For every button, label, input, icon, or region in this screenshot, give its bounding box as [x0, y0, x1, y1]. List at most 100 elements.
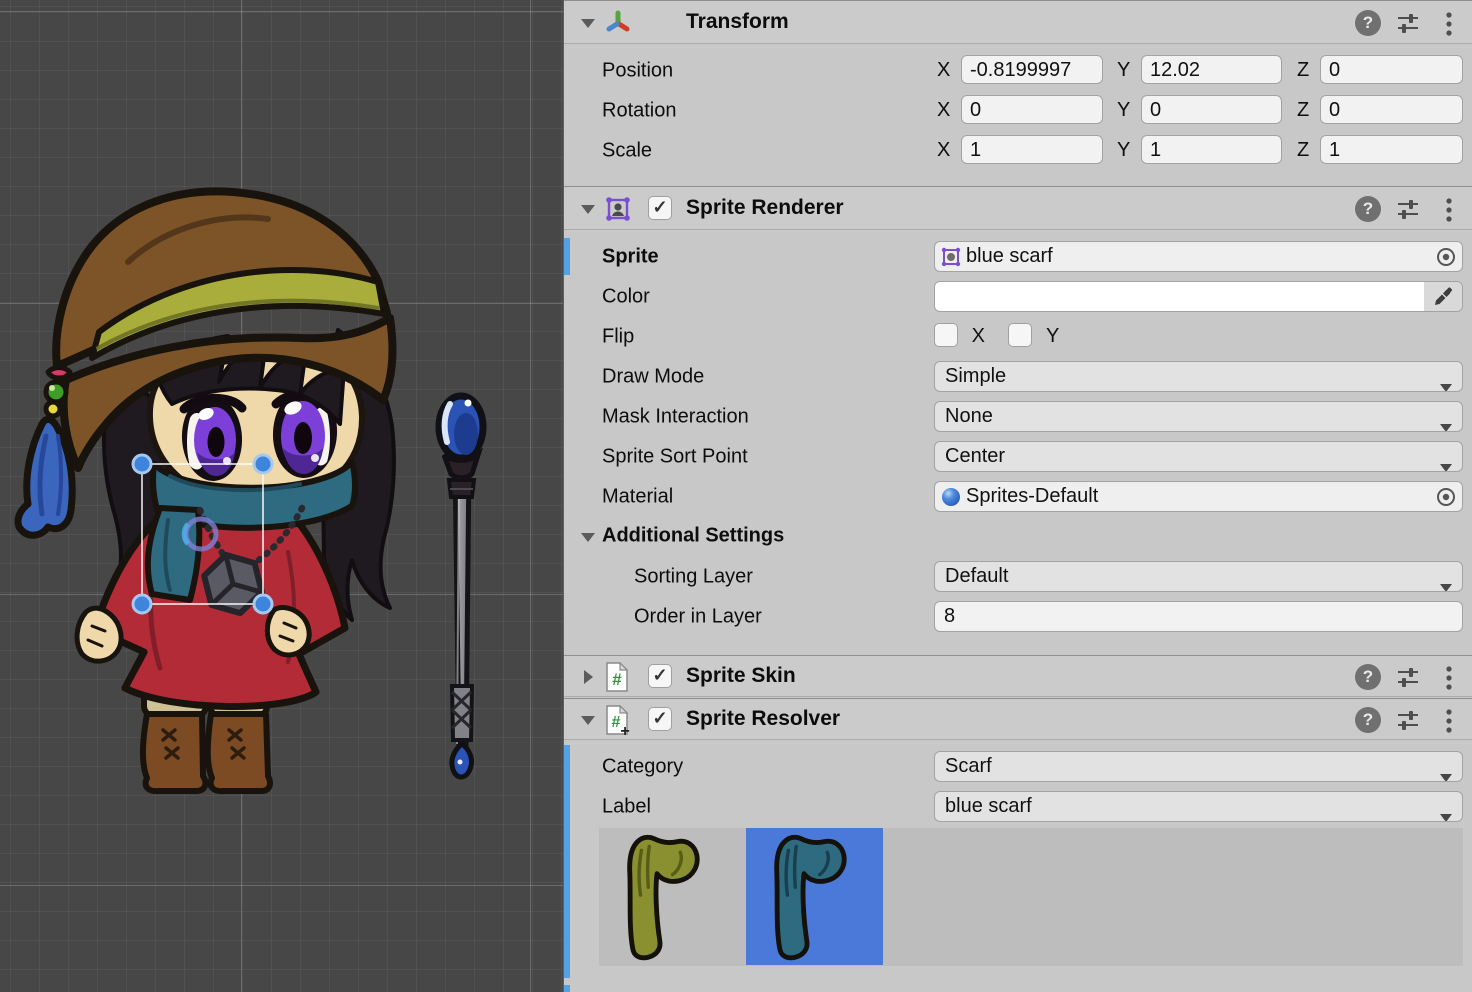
color-swatch[interactable] [935, 282, 1424, 311]
scale-label: Scale [602, 139, 652, 162]
selection-handle[interactable] [133, 595, 151, 613]
thumbnail-green-scarf[interactable] [599, 828, 736, 965]
category-label: Category [602, 755, 683, 778]
sprite-asset-icon [939, 245, 963, 269]
z-axis-label: Z [1297, 59, 1309, 82]
help-icon[interactable]: ? [1355, 664, 1381, 690]
help-icon[interactable]: ? [1355, 707, 1381, 733]
sprite-resolver-header[interactable]: # + ✓ Sprite Resolver ? [564, 698, 1472, 740]
sort-point-value: Center [945, 445, 1005, 467]
selection-handle[interactable] [254, 595, 272, 613]
component-enabled-checkbox[interactable]: ✓ [648, 707, 672, 731]
additional-settings-label: Additional Settings [602, 525, 784, 548]
kebab-menu-icon[interactable] [1445, 665, 1453, 697]
position-label: Position [602, 59, 673, 82]
chevron-down-icon [1439, 373, 1453, 392]
transform-header[interactable]: Transform ? [564, 0, 1472, 44]
chevron-down-icon [1439, 453, 1453, 472]
thumbnail-blue-scarf-selected[interactable] [746, 828, 883, 965]
material-object-field[interactable]: Sprites-Default [934, 481, 1463, 512]
rotation-x-field[interactable]: 0 [961, 95, 1103, 124]
character-sprite[interactable] [18, 191, 394, 791]
sprite-renderer-icon [604, 195, 632, 229]
staff-sprite[interactable] [439, 396, 483, 777]
scale-y-field[interactable]: 1 [1141, 135, 1282, 164]
chevron-down-icon [1439, 763, 1453, 782]
scale-x-field[interactable]: 1 [961, 135, 1103, 164]
script-plus-icon: # + [604, 705, 632, 743]
z-axis-label: Z [1297, 99, 1309, 122]
component-enabled-checkbox[interactable]: ✓ [648, 664, 672, 688]
chevron-down-icon [1439, 413, 1453, 432]
sprite-renderer-header[interactable]: ✓ Sprite Renderer ? [564, 186, 1472, 230]
presets-icon[interactable] [1395, 708, 1421, 738]
scene-canvas[interactable] [0, 0, 563, 992]
order-in-layer-field[interactable]: 8 [934, 601, 1463, 632]
label-value: blue scarf [945, 795, 1032, 817]
y-axis-label: Y [1117, 59, 1130, 82]
position-row: Position X -0.8199997 Y 12.02 Z 0 [564, 54, 1472, 87]
draw-mode-dropdown[interactable]: Simple [934, 361, 1463, 392]
foldout-expanded-icon[interactable] [579, 528, 597, 552]
color-field[interactable] [934, 281, 1463, 312]
sprite-object-field[interactable]: blue scarf [934, 241, 1463, 272]
draw-mode-label: Draw Mode [602, 365, 704, 388]
component-enabled-checkbox[interactable]: ✓ [648, 196, 672, 220]
color-row: Color [564, 280, 1472, 313]
foldout-expanded-icon[interactable] [579, 200, 597, 224]
position-x-field[interactable]: -0.8199997 [961, 55, 1103, 84]
kebab-menu-icon[interactable] [1445, 11, 1453, 43]
foldout-collapsed-icon[interactable] [579, 668, 597, 692]
draw-mode-value: Simple [945, 365, 1006, 387]
flip-y-checkbox[interactable] [1008, 323, 1032, 347]
sorting-layer-row: Sorting Layer Default [564, 560, 1472, 593]
mask-interaction-dropdown[interactable]: None [934, 401, 1463, 432]
presets-icon[interactable] [1395, 665, 1421, 695]
y-axis-label: Y [1117, 99, 1130, 122]
unity-editor: Transform ? Position X -0.8199997 Y 12.0… [0, 0, 1472, 992]
sprite-label: Sprite [602, 245, 659, 268]
scale-z-field[interactable]: 1 [1320, 135, 1463, 164]
color-label: Color [602, 285, 650, 308]
order-in-layer-label: Order in Layer [634, 605, 762, 628]
position-z-field[interactable]: 0 [1320, 55, 1463, 84]
x-axis-label: X [937, 99, 950, 122]
foldout-expanded-icon[interactable] [579, 14, 597, 38]
object-picker-icon[interactable] [1435, 246, 1457, 277]
material-row: Material Sprites-Default [564, 480, 1472, 513]
rotation-y-field[interactable]: 0 [1141, 95, 1282, 124]
svg-text:#: # [612, 714, 621, 731]
label-label: Label [602, 795, 651, 818]
help-icon[interactable]: ? [1355, 196, 1381, 222]
sorting-layer-dropdown[interactable]: Default [934, 561, 1463, 592]
inspector-panel: Transform ? Position X -0.8199997 Y 12.0… [563, 0, 1472, 992]
presets-icon[interactable] [1395, 197, 1421, 227]
scene-view[interactable] [0, 0, 563, 992]
eyedropper-button[interactable] [1424, 282, 1462, 311]
flip-x-checkbox[interactable] [934, 323, 958, 347]
foldout-expanded-icon[interactable] [579, 711, 597, 735]
sprite-skin-header[interactable]: # ✓ Sprite Skin ? [564, 655, 1472, 697]
label-dropdown[interactable]: blue scarf [934, 791, 1463, 822]
help-icon[interactable]: ? [1355, 10, 1381, 36]
material-icon [939, 485, 963, 509]
kebab-menu-icon[interactable] [1445, 197, 1453, 229]
transform-icon [604, 9, 632, 43]
flip-y-label: Y [1046, 325, 1059, 347]
eyedropper-icon [1431, 285, 1455, 309]
category-row: Category Scarf [564, 750, 1472, 783]
selection-handle[interactable] [133, 455, 151, 473]
label-row: Label blue scarf [564, 790, 1472, 823]
material-label: Material [602, 485, 673, 508]
kebab-menu-icon[interactable] [1445, 708, 1453, 740]
category-dropdown[interactable]: Scarf [934, 751, 1463, 782]
selection-handle[interactable] [254, 455, 272, 473]
rotation-z-field[interactable]: 0 [1320, 95, 1463, 124]
position-y-field[interactable]: 12.02 [1141, 55, 1282, 84]
sort-point-dropdown[interactable]: Center [934, 441, 1463, 472]
object-picker-icon[interactable] [1435, 486, 1457, 517]
sprite-row: Sprite blue scarf [564, 240, 1472, 273]
presets-icon[interactable] [1395, 11, 1421, 41]
sprite-sort-point-row: Sprite Sort Point Center [564, 440, 1472, 473]
additional-settings-foldout[interactable]: Additional Settings [564, 522, 1472, 550]
